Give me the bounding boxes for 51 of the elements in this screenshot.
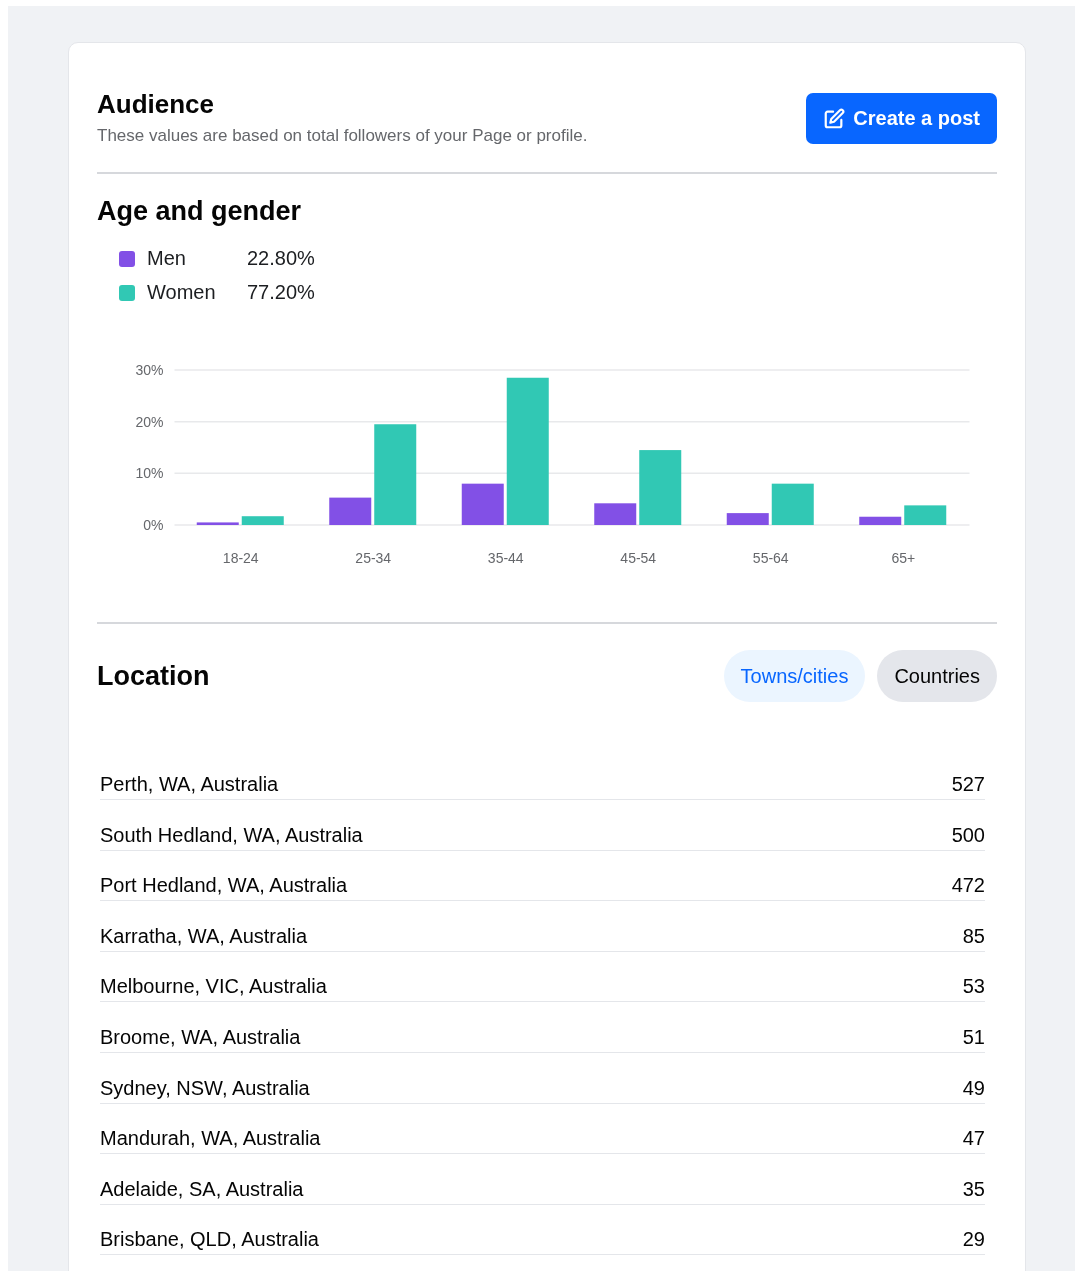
axis-label: 30%: [135, 362, 164, 378]
legend-value: 77.20%: [247, 281, 315, 304]
chart-bar: [329, 497, 372, 525]
section-heading: Age and gender: [97, 196, 303, 227]
follower-count: 35: [962, 1177, 985, 1201]
follower-count: 85: [962, 924, 985, 948]
filter-tab[interactable]: Towns/cities: [723, 650, 866, 702]
location-name: Adelaide, SA, Australia: [100, 1177, 304, 1201]
axis-label: 55-64: [752, 550, 789, 566]
create-post-button[interactable]: Create a post: [806, 93, 997, 144]
follower-count: 29: [962, 1228, 985, 1252]
follower-count: 527: [951, 773, 985, 796]
axis-label: 0%: [143, 517, 164, 533]
chart-bar: [241, 516, 284, 525]
location-name: Brisbane, QLD, Australia: [100, 1228, 319, 1252]
follower-count: 472: [951, 874, 985, 898]
follower-count: 53: [962, 975, 985, 999]
axis-label: 18-24: [222, 550, 259, 566]
axis-label: 45-54: [620, 550, 657, 566]
filter-tab[interactable]: Countries: [877, 650, 997, 702]
location-name: Mandurah, WA, Australia: [100, 1127, 321, 1151]
location-name: South Hedland, WA, Australia: [100, 823, 363, 847]
legend-label: Men: [147, 247, 187, 270]
location-name: Melbourne, VIC, Australia: [100, 975, 327, 999]
follower-count: 47: [962, 1127, 985, 1151]
follower-count: 49: [962, 1076, 985, 1100]
axis-label: 25-34: [355, 550, 392, 566]
location-name: Port Hedland, WA, Australia: [100, 874, 348, 898]
legend-label: Women: [147, 281, 217, 304]
follower-count: 51: [962, 1025, 985, 1049]
axis-label: 65+: [891, 550, 916, 566]
section-heading: Location: [97, 660, 210, 692]
location-name: Karratha, WA, Australia: [100, 924, 308, 948]
axis-label: 35-44: [487, 550, 524, 566]
axis-label: 20%: [135, 413, 164, 430]
legend-value: 22.80%: [247, 247, 315, 270]
chart-bar: [771, 483, 814, 525]
location-name: Sydney, NSW, Australia: [100, 1076, 310, 1100]
chart-bar: [726, 513, 769, 525]
chart-bar: [859, 516, 902, 525]
chart-bar: [196, 522, 239, 525]
location-name: Perth, WA, Australia: [100, 773, 279, 796]
chart-bar: [594, 503, 637, 525]
section-title: Audience: [97, 89, 216, 120]
chart-bar: [461, 483, 504, 525]
follower-count: 500: [951, 823, 985, 847]
chart-bar: [904, 505, 947, 525]
axis-label: 10%: [135, 465, 164, 482]
location-name: Broome, WA, Australia: [100, 1025, 301, 1049]
section-subtitle: These values are based on total followers of your Page or profile.: [97, 126, 588, 146]
edit-icon: [823, 107, 846, 130]
